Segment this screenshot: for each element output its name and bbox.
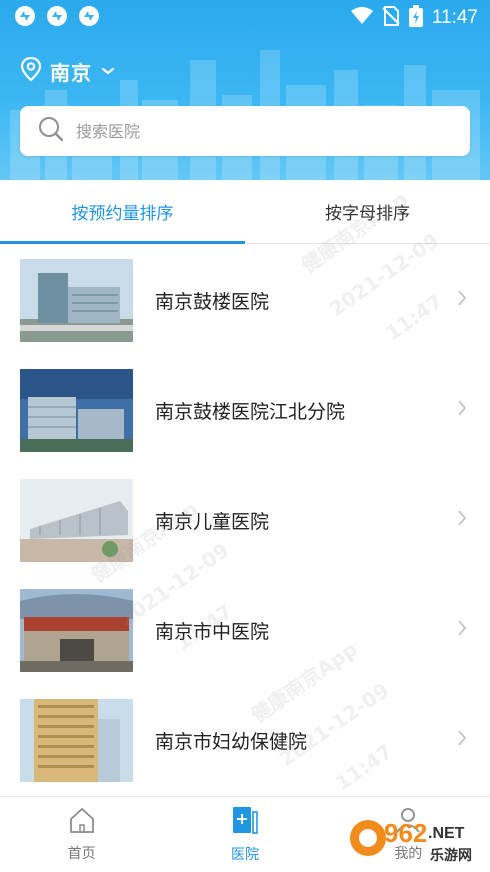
chevron-down-icon — [100, 62, 116, 81]
location-selector[interactable]: 南京 — [20, 56, 116, 86]
search-icon — [38, 116, 64, 146]
chevron-right-icon — [456, 618, 468, 642]
bottom-nav: 首页 医院 我的 — [0, 796, 490, 872]
sort-tabs: 按预约量排序 按字母排序 — [0, 180, 490, 244]
battery-charging-icon — [408, 5, 423, 31]
nav-home[interactable]: 首页 — [0, 797, 163, 872]
hospital-thumbnail — [20, 698, 133, 782]
hospital-thumbnail — [20, 258, 133, 342]
chevron-right-icon — [456, 728, 468, 752]
sync-app-icon — [78, 5, 100, 31]
status-bar: 11:47 — [0, 0, 490, 36]
hospital-thumbnail — [20, 588, 133, 672]
nav-profile[interactable]: 我的 — [327, 797, 490, 872]
hospital-thumbnail — [20, 368, 133, 452]
hospital-name: 南京儿童医院 — [155, 510, 270, 533]
status-time: 11:47 — [431, 7, 478, 28]
hospital-thumbnail — [20, 478, 133, 562]
search-input[interactable] — [76, 121, 436, 141]
chevron-right-icon — [456, 398, 468, 422]
nav-label: 首页 — [67, 845, 96, 862]
location-pin-icon — [20, 56, 42, 85]
list-item-hospital[interactable]: 南京儿童医院 — [0, 465, 490, 575]
hospital-name: 南京鼓楼医院 — [155, 290, 270, 313]
hospital-name: 南京鼓楼医院江北分院 — [155, 400, 346, 423]
list-item-hospital[interactable]: 南京鼓楼医院江北分院 — [0, 355, 490, 465]
header: 11:47 南京 — [0, 0, 490, 180]
hospital-list: 南京鼓楼医院 南京鼓楼医院江北分院 南京儿童医院 南京市中医院 南京市妇幼保健院 — [0, 245, 490, 795]
sync-app-icon — [14, 5, 36, 31]
nav-hospital[interactable]: 医院 — [163, 797, 326, 872]
chevron-right-icon — [456, 288, 468, 312]
hospital-name: 南京市妇幼保健院 — [155, 730, 308, 753]
user-icon — [395, 807, 421, 837]
nav-label: 医院 — [230, 846, 259, 863]
nav-label: 我的 — [394, 845, 423, 862]
tab-label: 按字母排序 — [325, 204, 410, 224]
tab-sort-alphabetical[interactable]: 按字母排序 — [245, 180, 490, 243]
chevron-right-icon — [456, 508, 468, 532]
hospital-name: 南京市中医院 — [155, 620, 270, 643]
home-icon — [68, 807, 96, 837]
search-bar[interactable] — [20, 106, 470, 156]
list-item-hospital[interactable]: 南京市中医院 — [0, 575, 490, 685]
tab-sort-by-appointments[interactable]: 按预约量排序 — [0, 180, 245, 244]
no-sim-icon — [382, 6, 400, 30]
list-item-hospital[interactable]: 南京市妇幼保健院 — [0, 685, 490, 795]
list-item-hospital[interactable]: 南京鼓楼医院 — [0, 245, 490, 355]
tab-label: 按预约量排序 — [71, 204, 174, 224]
hospital-icon — [232, 806, 258, 838]
wifi-icon — [350, 7, 373, 29]
sync-app-icon — [46, 5, 68, 31]
city-label: 南京 — [50, 60, 92, 85]
